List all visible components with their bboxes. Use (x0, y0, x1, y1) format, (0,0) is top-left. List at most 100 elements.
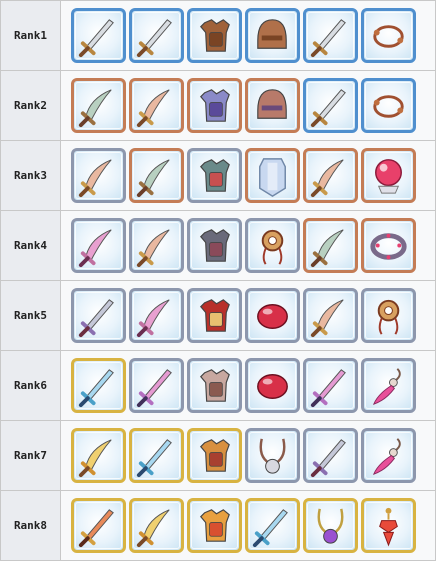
knight-armor-icon (199, 369, 230, 402)
rank-label: Rank1 (0, 0, 61, 71)
equipment-slot[interactable] (129, 148, 184, 203)
golden-armor-icon (199, 439, 230, 472)
equipment-slot[interactable] (129, 498, 184, 553)
equipment-slot[interactable] (129, 218, 184, 273)
cord-bracelet-icon (373, 95, 404, 118)
red-gem-icon (257, 373, 288, 399)
item-list (71, 428, 435, 483)
equipment-slot[interactable] (361, 358, 416, 413)
equipment-slot[interactable] (245, 78, 300, 133)
item-list (71, 78, 435, 133)
item-list (71, 288, 435, 343)
golden-blade-icon (136, 509, 170, 548)
serrated-sickle-icon (78, 89, 112, 128)
equipment-slot[interactable] (303, 498, 358, 553)
equipment-slot[interactable] (187, 428, 242, 483)
equipment-slot[interactable] (361, 78, 416, 133)
equipment-slot[interactable] (187, 288, 242, 343)
blue-blade-icon (252, 509, 288, 548)
equipment-slot[interactable] (71, 428, 126, 483)
rank-items-cell (60, 0, 436, 71)
equipment-slot[interactable] (361, 148, 416, 203)
equipment-slot[interactable] (187, 78, 242, 133)
equipment-slot[interactable] (303, 358, 358, 413)
equipment-slot[interactable] (71, 148, 126, 203)
leather-helmet-icon (257, 19, 287, 49)
rank-items-cell (60, 350, 436, 421)
sword-icon (136, 19, 172, 58)
silver-charm-icon (259, 438, 286, 474)
equipment-slot[interactable] (245, 498, 300, 553)
equipment-slot[interactable] (303, 8, 358, 63)
equipment-slot[interactable] (245, 428, 300, 483)
equipment-rank-table: Rank1 Rank2 Rank3 Rank4 Rank5 Rank6 Rank7 Rank8 (0, 0, 436, 561)
equipment-slot[interactable] (71, 498, 126, 553)
blue-blade-icon (136, 439, 172, 478)
rank-items-cell (60, 420, 436, 491)
golden-blade-icon (78, 439, 112, 478)
equipment-slot[interactable] (187, 148, 242, 203)
equipment-slot[interactable] (245, 148, 300, 203)
ornate-sword-icon (78, 299, 114, 338)
equipment-slot[interactable] (71, 218, 126, 273)
equipment-slot[interactable] (71, 288, 126, 343)
item-list (71, 358, 435, 413)
equipment-slot[interactable] (129, 8, 184, 63)
equipment-slot[interactable] (361, 498, 416, 553)
equipment-slot[interactable] (129, 288, 184, 343)
curved-dagger-icon (310, 299, 344, 338)
rank-label: Rank5 (0, 280, 61, 351)
equipment-slot[interactable] (129, 358, 184, 413)
rank-items-cell (60, 280, 436, 351)
gem-bracelet-icon (370, 233, 407, 260)
equipment-slot[interactable] (303, 148, 358, 203)
robot-armor-icon (199, 159, 230, 192)
equipment-slot[interactable] (245, 218, 300, 273)
rank-row: Rank4 (0, 210, 436, 281)
equipment-slot[interactable] (71, 8, 126, 63)
feather-charm-icon (372, 368, 401, 405)
sword-icon (78, 19, 114, 58)
rank-row: Rank3 (0, 140, 436, 211)
equipment-slot[interactable] (361, 288, 416, 343)
equipment-slot[interactable] (245, 358, 300, 413)
equipment-slot[interactable] (361, 428, 416, 483)
serrated-sickle-icon (136, 159, 170, 198)
rank-label: Rank6 (0, 350, 61, 421)
rank-label: Rank8 (0, 490, 61, 561)
equipment-slot[interactable] (129, 428, 184, 483)
curved-dagger-icon (78, 159, 112, 198)
serrated-sickle-icon (310, 229, 344, 268)
equipment-slot[interactable] (303, 428, 358, 483)
rank-row: Rank5 (0, 280, 436, 351)
rank-items-cell (60, 70, 436, 141)
rank-items-cell (60, 490, 436, 561)
amulet-icon (377, 299, 400, 335)
equipment-slot[interactable] (71, 78, 126, 133)
equipment-slot[interactable] (129, 78, 184, 133)
rank-row: Rank6 (0, 350, 436, 421)
equipment-slot[interactable] (303, 218, 358, 273)
curved-dagger-icon (136, 229, 170, 268)
rank-label: Rank3 (0, 140, 61, 211)
pink-blade-icon (136, 369, 172, 408)
rank-label: Rank4 (0, 210, 61, 281)
equipment-slot[interactable] (187, 358, 242, 413)
equipment-slot[interactable] (187, 8, 242, 63)
crystal-ball-icon (375, 159, 402, 194)
equipment-slot[interactable] (303, 288, 358, 343)
ornate-sword-icon (310, 439, 346, 478)
rank-label: Rank2 (0, 70, 61, 141)
equipment-slot[interactable] (245, 288, 300, 343)
sword-icon (310, 19, 346, 58)
red-gem-icon (257, 303, 288, 329)
equipment-slot[interactable] (361, 218, 416, 273)
item-list (71, 218, 435, 273)
equipment-slot[interactable] (361, 8, 416, 63)
equipment-slot[interactable] (245, 8, 300, 63)
equipment-slot[interactable] (187, 218, 242, 273)
equipment-slot[interactable] (187, 498, 242, 553)
equipment-slot[interactable] (303, 78, 358, 133)
rank-label: Rank7 (0, 420, 61, 491)
equipment-slot[interactable] (71, 358, 126, 413)
